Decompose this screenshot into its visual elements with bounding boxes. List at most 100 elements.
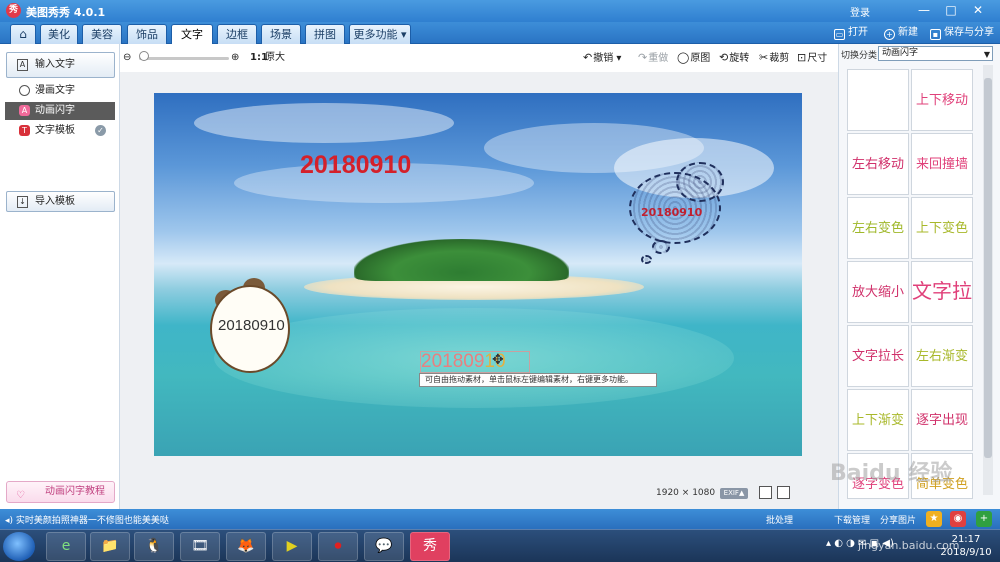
tab-collage[interactable]: 拼图 [305, 24, 345, 44]
scribble-date-text: 20180910 [641, 206, 703, 219]
zoom-out-icon[interactable]: ⊖ [123, 51, 131, 65]
template-icon: T [19, 125, 30, 136]
input-text-button[interactable]: A 输入文字 [6, 52, 115, 78]
effect-cell[interactable]: 放大缩小 [847, 261, 909, 323]
new-button[interactable]: + 新建 [884, 25, 918, 41]
import-icon: ↓ [17, 196, 28, 208]
cloud [194, 103, 454, 143]
folder-icon: ▭ [834, 29, 845, 40]
title-bar: 秀 美图秀秀 4.0.1 登录 — □ ✕ [0, 0, 1000, 22]
zoom-slider[interactable] [139, 57, 229, 60]
rotate-icon: ⟲ [719, 51, 729, 64]
single-view-icon[interactable] [777, 486, 790, 499]
effect-cell[interactable]: 左右变色 [847, 197, 909, 259]
original-size-button[interactable]: 原大 [265, 51, 285, 65]
start-button[interactable] [3, 532, 35, 561]
effect-cell[interactable]: 上下变色 [911, 197, 973, 259]
app-logo: 秀 [6, 3, 21, 18]
image-dimensions: 1920 × 1080 [656, 488, 716, 498]
tab-more[interactable]: 更多功能 ▾ [349, 24, 411, 44]
effect-cell[interactable]: 左右移动 [847, 133, 909, 195]
tab-accessories[interactable]: 饰品 [127, 24, 167, 44]
tab-scene[interactable]: 场景 [261, 24, 301, 44]
tab-frame[interactable]: 边框 [217, 24, 257, 44]
add-icon[interactable]: + [976, 511, 992, 527]
crop-button[interactable]: ✂裁剪 [759, 51, 789, 66]
save-icon: ▪ [930, 29, 941, 40]
effect-cell[interactable] [847, 69, 909, 131]
selected-animated-text[interactable]: 20180910 [420, 351, 530, 373]
sidebar-item-text-template[interactable]: T 文字模板 ✓ [5, 122, 115, 140]
app-title: 美图秀秀 4.0.1 [26, 6, 106, 19]
scribble-bubble-ear [676, 162, 724, 202]
record-taskbar-icon[interactable]: ⏺ [318, 532, 358, 561]
category-select[interactable]: 动画闪字 ▼ [878, 46, 993, 61]
firefox-taskbar-icon[interactable]: 🦊 [226, 532, 266, 561]
heart-wings-icon: ♡ [16, 490, 25, 501]
save-share-button[interactable]: ▪ 保存与分享 [930, 25, 994, 41]
home-icon[interactable]: ⌂ [10, 24, 36, 44]
player-taskbar-icon[interactable]: ▶ [272, 532, 312, 561]
download-manager-button[interactable]: 下载管理 [834, 513, 870, 526]
star-icon[interactable]: ★ [926, 511, 942, 527]
scribble-bubble-dot [652, 240, 670, 254]
zoom-slider-knob[interactable] [139, 51, 149, 61]
exif-button[interactable]: EXIF▲ [720, 488, 748, 499]
circle-icon: ◯ [677, 51, 690, 64]
watermark-url: jingyan.baidu.com [858, 539, 960, 552]
qq-taskbar-icon[interactable]: 🐧 [134, 532, 174, 561]
taskbar: e 📁 🐧 🎞 🦊 ▶ ⏺ 💬 秀 ▴ ◐ ◑ ✉ ▣ ◀) 21:17 201… [0, 529, 1000, 562]
notice-message[interactable]: ◂) 实时美颜拍照神器一不修图也能美美哒 [5, 513, 169, 526]
zoom-in-icon[interactable]: ⊕ [231, 51, 239, 65]
animation-icon: A [19, 105, 30, 116]
island [354, 239, 569, 281]
sidebar-item-animated-text[interactable]: A 动画闪字 [5, 102, 115, 120]
effect-cell[interactable]: 上下渐变 [847, 389, 909, 451]
tutorial-button[interactable]: ♡ 动画闪字教程 [6, 481, 115, 503]
effects-scrollbar-thumb[interactable] [984, 78, 992, 458]
text-icon: A [17, 59, 28, 71]
wechat-taskbar-icon[interactable]: 💬 [364, 532, 404, 561]
open-button[interactable]: ▭ 打开 [834, 25, 868, 41]
login-link[interactable]: 登录 [850, 4, 870, 19]
tab-text[interactable]: 文字 [171, 24, 213, 45]
effect-cell[interactable]: 来回撞墙 [911, 133, 973, 195]
ie-taskbar-icon[interactable]: e [46, 532, 86, 561]
meitu-taskbar-icon[interactable]: 秀 [410, 532, 450, 561]
effect-cell[interactable]: 文字拉高 [911, 261, 973, 363]
batch-button[interactable]: 批处理 [766, 513, 793, 526]
media-taskbar-icon[interactable]: 🎞 [180, 532, 220, 561]
effect-cell[interactable]: 左右渐变 [911, 325, 973, 387]
redo-icon: ↷ [638, 51, 648, 64]
speaker-icon: ◂) [5, 516, 14, 526]
red-date-text[interactable]: 20180910 [300, 151, 411, 180]
undo-button[interactable]: ↶撤销 ▾ [583, 51, 621, 66]
weibo-icon[interactable]: ◉ [950, 511, 966, 527]
folder-taskbar-icon[interactable]: 📁 [90, 532, 130, 561]
tab-beauty[interactable]: 美容 [82, 24, 122, 44]
tab-beautify[interactable]: 美化 [40, 24, 78, 44]
tab-bar: ⌂ 美化 美容 饰品 文字 边框 场景 拼图 更多功能 ▾ ▭ 打开 + 新建 ▪ 保… [0, 22, 1000, 45]
original-image-button[interactable]: ◯原图 [677, 51, 710, 66]
left-panel: A 输入文字 漫画文字 A 动画闪字 T 文字模板 ✓ ↓ 导入模板 ♡ 动画闪… [0, 44, 120, 509]
rotate-button[interactable]: ⟲旋转 [719, 51, 749, 66]
undo-icon: ↶ [583, 51, 593, 64]
photo-canvas[interactable] [154, 93, 802, 456]
size-button[interactable]: ⊡尺寸 [797, 51, 827, 66]
effect-cell[interactable]: 上下移动 [911, 69, 973, 131]
effect-cell[interactable]: 逐字出现 [911, 389, 973, 451]
sidebar-item-comic-text[interactable]: 漫画文字 [5, 82, 115, 100]
maximize-button[interactable]: □ [942, 3, 960, 18]
scribble-bubble-dot [641, 255, 652, 264]
notice-bar: ◂) 实时美颜拍照神器一不修图也能美美哒 批处理 下载管理 分享图片 ★ ◉ + [0, 509, 1000, 529]
redo-button[interactable]: ↷重做 [638, 51, 668, 66]
import-template-button[interactable]: ↓ 导入模板 [6, 191, 115, 212]
compare-view-icon[interactable] [759, 486, 772, 499]
close-button[interactable]: ✕ [969, 3, 987, 18]
share-image-button[interactable]: 分享图片 [880, 513, 916, 526]
minimize-button[interactable]: — [915, 3, 933, 18]
speech-bubble-icon [19, 85, 30, 96]
tooltip: 可自由拖动素材，单击鼠标左键编辑素材，右键更多功能。 [419, 373, 657, 387]
scissors-icon: ✂ [759, 51, 769, 64]
effect-cell[interactable]: 文字拉长 [847, 325, 909, 387]
